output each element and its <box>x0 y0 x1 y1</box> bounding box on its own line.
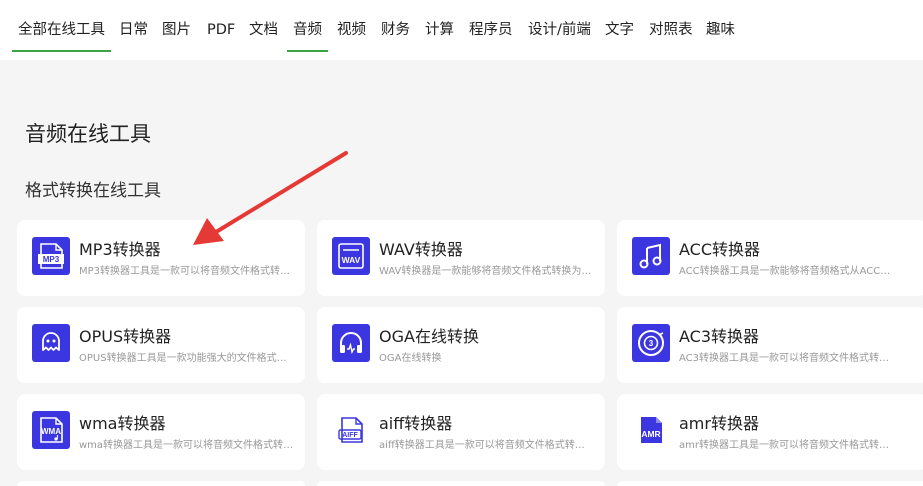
tool-card-partial <box>617 481 923 486</box>
nav-item-all-tools[interactable]: 全部在线工具 <box>12 0 111 52</box>
nav-item-calculate[interactable]: 计算 <box>425 0 454 52</box>
ac3-disc-icon: 3 <box>632 324 670 362</box>
music-note-icon <box>632 237 670 275</box>
tool-description: WAV转换器是一款能够将音频文件格式转换为WAV的工具 <box>379 266 594 277</box>
tool-description: wma转换器工具是一款可以将音频文件格式转换为wma的工具 <box>79 440 294 451</box>
tool-name: aiff转换器 <box>379 414 453 433</box>
tool-card-partial <box>317 481 605 486</box>
svg-text:3: 3 <box>649 339 654 348</box>
aiff-file-icon: AIFF <box>332 411 370 449</box>
tool-name: MP3转换器 <box>79 240 161 259</box>
nav-item-image[interactable]: 图片 <box>162 0 191 52</box>
nav-item-document[interactable]: 文档 <box>249 0 278 52</box>
tool-name: wma转换器 <box>79 414 166 433</box>
tool-card-opus[interactable]: OPUS转换器 OPUS转换器工具是一款功能强大的文件格式转换工具 <box>17 307 305 383</box>
wav-icon: WAV <box>332 237 370 275</box>
tool-name: AC3转换器 <box>679 327 760 346</box>
svg-text:WAV: WAV <box>342 255 361 265</box>
top-nav: 全部在线工具 日常 图片 PDF 文档 音频 视频 财务 计算 程序员 设计/前… <box>0 0 923 60</box>
mp3-file-icon: MP3 <box>32 237 70 275</box>
nav-item-design[interactable]: 设计/前端 <box>528 0 591 52</box>
page-title: 音频在线工具 <box>25 122 151 146</box>
tool-description: AC3转换器工具是一款可以将音频文件格式转换为AC3的工具 <box>679 353 894 364</box>
tool-card-ac3[interactable]: 3 AC3转换器 AC3转换器工具是一款可以将音频文件格式转换为AC3的工具 <box>617 307 923 383</box>
nav-item-audio[interactable]: 音频 <box>287 0 328 52</box>
tool-name: WAV转换器 <box>379 240 463 259</box>
nav-item-pdf[interactable]: PDF <box>207 0 235 52</box>
tool-name: OGA在线转换 <box>379 327 479 346</box>
tool-card-partial <box>17 481 305 486</box>
ghost-icon <box>32 324 70 362</box>
tool-description: ACC转换器工具是一款能够将音频格式从ACC转换的工具 <box>679 266 894 277</box>
nav-item-finance[interactable]: 财务 <box>381 0 410 52</box>
tool-description: OPUS转换器工具是一款功能强大的文件格式转换工具 <box>79 353 294 364</box>
wma-file-icon: WMA <box>32 411 70 449</box>
tool-description: OGA在线转换 <box>379 353 442 364</box>
tool-card-mp3[interactable]: MP3 MP3转换器 MP3转换器工具是一款可以将音频文件格式转换为MP3的工具 <box>17 220 305 296</box>
headphones-icon <box>332 324 370 362</box>
tool-name: ACC转换器 <box>679 240 761 259</box>
tool-name: OPUS转换器 <box>79 327 172 346</box>
nav-item-text[interactable]: 文字 <box>605 0 634 52</box>
tool-name: amr转换器 <box>679 414 759 433</box>
nav-item-programmer[interactable]: 程序员 <box>469 0 513 52</box>
nav-item-fun[interactable]: 趣味 <box>706 0 735 52</box>
section-title: 格式转换在线工具 <box>25 181 161 201</box>
svg-text:MP3: MP3 <box>43 255 60 264</box>
tool-card-wma[interactable]: WMA wma转换器 wma转换器工具是一款可以将音频文件格式转换为wma的工具 <box>17 394 305 470</box>
svg-text:AIFF: AIFF <box>342 432 358 439</box>
nav-item-lookup-tables[interactable]: 对照表 <box>649 0 693 52</box>
tool-card-aiff[interactable]: AIFF aiff转换器 aiff转换器工具是一款可以将音频文件格式转换为aif… <box>317 394 605 470</box>
tool-description: amr转换器工具是一款可以将音频文件格式转换为amr的工具 <box>679 440 894 451</box>
tool-card-oga[interactable]: OGA在线转换 OGA在线转换 <box>317 307 605 383</box>
tool-description: aiff转换器工具是一款可以将音频文件格式转换为aiff的工具 <box>379 440 594 451</box>
tool-card-wav[interactable]: WAV WAV转换器 WAV转换器是一款能够将音频文件格式转换为WAV的工具 <box>317 220 605 296</box>
tool-card-acc[interactable]: ACC转换器 ACC转换器工具是一款能够将音频格式从ACC转换的工具 <box>617 220 923 296</box>
nav-item-daily[interactable]: 日常 <box>119 0 148 52</box>
svg-text:AMR: AMR <box>641 429 660 439</box>
tool-description: MP3转换器工具是一款可以将音频文件格式转换为MP3的工具 <box>79 266 294 277</box>
amr-file-icon: AMR <box>632 411 670 449</box>
tool-card-amr[interactable]: AMR amr转换器 amr转换器工具是一款可以将音频文件格式转换为amr的工具 <box>617 394 923 470</box>
svg-text:WMA: WMA <box>41 427 61 436</box>
nav-item-video[interactable]: 视频 <box>337 0 366 52</box>
